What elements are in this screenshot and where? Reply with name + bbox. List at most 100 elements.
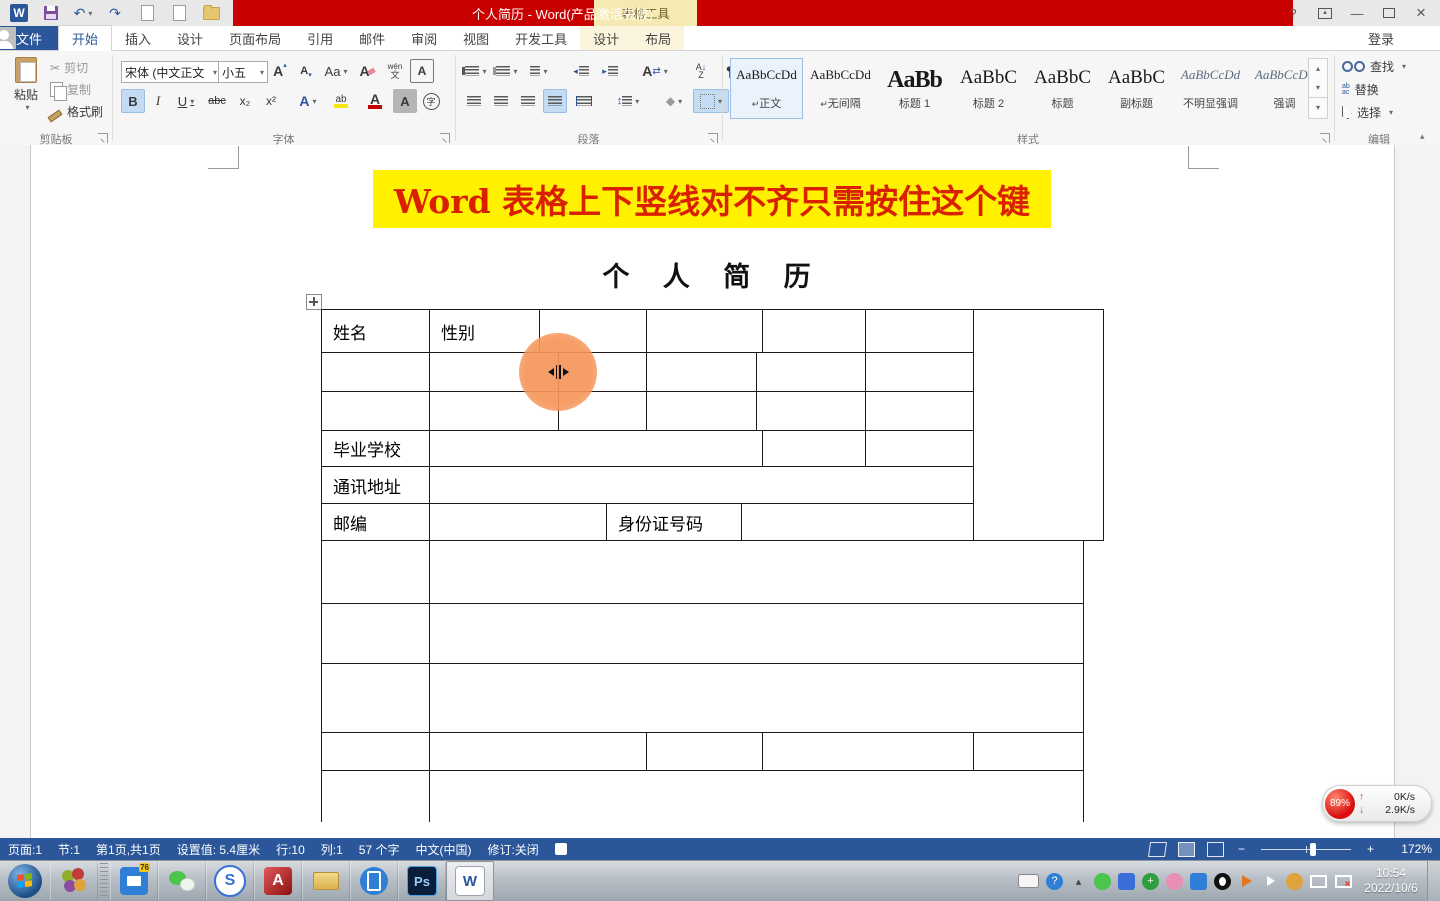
tray-qq-icon[interactable] — [1214, 873, 1231, 890]
table-cell[interactable] — [322, 540, 430, 604]
tab-review[interactable]: 审阅 — [398, 26, 450, 50]
zoom-in-button[interactable]: + — [1359, 838, 1382, 860]
tab-page-layout[interactable]: 页面布局 — [216, 26, 294, 50]
copy-button[interactable]: 复制 — [50, 81, 91, 98]
enclose-characters-button[interactable]: 字 — [419, 89, 443, 113]
print-layout-icon[interactable] — [1178, 842, 1195, 857]
open-folder-icon[interactable] — [200, 3, 222, 23]
tray-flower-icon[interactable] — [1166, 873, 1183, 890]
numbering-button[interactable]: ▾ — [493, 59, 521, 83]
help-icon[interactable]: ? — [1280, 2, 1306, 24]
input-mode-icon[interactable] — [547, 838, 575, 860]
tray-video-icon[interactable] — [1190, 873, 1207, 890]
table-cell[interactable]: 邮编 — [322, 504, 430, 541]
line-spacing-button[interactable]: ↕▾ — [612, 89, 644, 113]
table-cell[interactable] — [430, 664, 1084, 733]
style-no-spacing[interactable]: AaBbCcDd↵无间隔 — [804, 58, 877, 119]
sign-in-link[interactable]: 登录 — [1368, 26, 1394, 50]
table-cell[interactable]: 通讯地址 — [322, 467, 430, 504]
tray-face-icon[interactable] — [1286, 873, 1303, 890]
word-logo-icon[interactable]: W — [8, 3, 30, 23]
keyboard-icon[interactable] — [1018, 874, 1039, 888]
tab-table-layout[interactable]: 布局 — [632, 26, 684, 50]
style-normal[interactable]: AaBbCcDd↵正文 — [730, 58, 803, 119]
save-icon[interactable] — [40, 3, 62, 23]
tray-horn-icon[interactable] — [1238, 873, 1255, 890]
sort-button[interactable]: A↓Z — [687, 59, 715, 83]
replace-button[interactable]: abac 替换 — [1342, 81, 1379, 98]
text-effects-button[interactable]: A▾ — [293, 89, 323, 113]
close-icon[interactable]: × — [1408, 2, 1434, 24]
shrink-font-button[interactable]: A▾ — [294, 59, 318, 83]
table-cell[interactable] — [757, 353, 866, 392]
asian-layout-button[interactable]: A⇄▾ — [637, 59, 673, 83]
decrease-indent-button[interactable]: ◂ — [568, 59, 594, 83]
tray-monitor-icon[interactable] — [1310, 873, 1327, 890]
taskbar-word-active[interactable]: W — [446, 861, 494, 901]
styles-scroll-down-icon[interactable]: ▾ — [1309, 78, 1327, 97]
table-cell[interactable] — [430, 431, 763, 467]
read-mode-icon[interactable] — [1148, 842, 1167, 857]
zoom-slider-thumb[interactable] — [1310, 843, 1316, 856]
strikethrough-button[interactable]: abc — [203, 89, 231, 113]
table-cell[interactable]: 毕业学校 — [322, 431, 430, 467]
paragraph-dialog-launcher-icon[interactable] — [708, 133, 718, 143]
tab-home[interactable]: 开始 — [58, 25, 112, 51]
table-cell[interactable] — [763, 431, 866, 467]
status-section[interactable]: 节:1 — [50, 838, 88, 860]
italic-button[interactable]: I — [147, 89, 169, 113]
table-cell[interactable] — [322, 664, 430, 733]
taskbar-media-app[interactable] — [50, 862, 98, 900]
table-cell[interactable] — [647, 310, 763, 353]
font-dialog-launcher-icon[interactable] — [440, 133, 450, 143]
table-cell[interactable] — [647, 353, 757, 392]
change-case-button[interactable]: Aa▾ — [320, 59, 352, 83]
photo-cell[interactable] — [972, 309, 1104, 541]
table-cell[interactable] — [430, 771, 1084, 822]
table-cell[interactable]: 身份证号码 — [607, 504, 742, 541]
style-subtle-emphasis[interactable]: AaBbCcDd不明显强调 — [1174, 58, 1247, 119]
status-word-count[interactable]: 57 个字 — [351, 838, 408, 860]
tray-antivirus-icon[interactable]: + — [1142, 873, 1159, 890]
web-layout-icon[interactable] — [1207, 842, 1224, 857]
style-heading2[interactable]: AaBbC标题 2 — [952, 58, 1025, 119]
table-cell[interactable] — [866, 431, 974, 467]
underline-button[interactable]: U▾ — [171, 89, 201, 113]
document-title[interactable]: 个 人 简 历 — [31, 255, 1394, 294]
taskbar-phone-app[interactable] — [350, 862, 398, 900]
net-speed-widget[interactable]: 89% ↑ 0K/s ↓ 2.9K/s — [1322, 785, 1432, 822]
style-heading1[interactable]: AaBb标题 1 — [878, 58, 951, 119]
font-color-button[interactable]: A — [359, 89, 391, 113]
tab-view[interactable]: 视图 — [450, 26, 502, 50]
taskbar-sogou-browser[interactable]: S — [206, 862, 254, 900]
superscript-button[interactable]: x² — [259, 89, 283, 113]
select-button[interactable]: 选择▾ — [1342, 104, 1393, 121]
tab-references[interactable]: 引用 — [294, 26, 346, 50]
bullets-button[interactable]: ▾ — [462, 59, 490, 83]
tray-blue-app-icon[interactable] — [1118, 873, 1135, 890]
start-button[interactable] — [8, 864, 42, 898]
table-cell[interactable] — [322, 353, 430, 392]
taskbar-wechat[interactable] — [158, 862, 206, 900]
character-border-button[interactable]: A — [410, 59, 434, 83]
styles-gallery-scrollbar[interactable]: ▴ ▾ ▾ — [1308, 58, 1328, 119]
tab-insert[interactable]: 插入 — [112, 26, 164, 50]
clear-formatting-button[interactable]: A — [354, 59, 380, 83]
status-page[interactable]: 页面:1 — [0, 838, 50, 860]
restore-icon[interactable] — [1376, 2, 1402, 24]
table-cell[interactable] — [430, 467, 974, 504]
table-cell[interactable] — [430, 540, 1084, 604]
taskbar-video-app[interactable]: 76 — [110, 862, 158, 900]
taskbar-clock[interactable]: 10:54 2022/10/6 — [1355, 866, 1427, 896]
table-cell[interactable] — [866, 353, 974, 392]
font-size-combobox[interactable]: 小五▾ — [218, 61, 268, 83]
taskbar-photoshop[interactable]: Ps — [398, 862, 446, 900]
document-headline[interactable]: Word 表格上下竖线对不齐只需按住这个键 — [373, 170, 1051, 228]
memory-percent-ball[interactable]: 89% — [1325, 789, 1355, 819]
ribbon-display-options-icon[interactable]: ▴ — [1312, 2, 1338, 24]
redo-icon[interactable]: ↷ — [104, 3, 126, 23]
table-cell[interactable] — [647, 733, 763, 771]
new-document-icon[interactable] — [168, 3, 190, 23]
zoom-level[interactable]: 172% — [1382, 838, 1440, 860]
zoom-slider[interactable] — [1261, 849, 1351, 850]
